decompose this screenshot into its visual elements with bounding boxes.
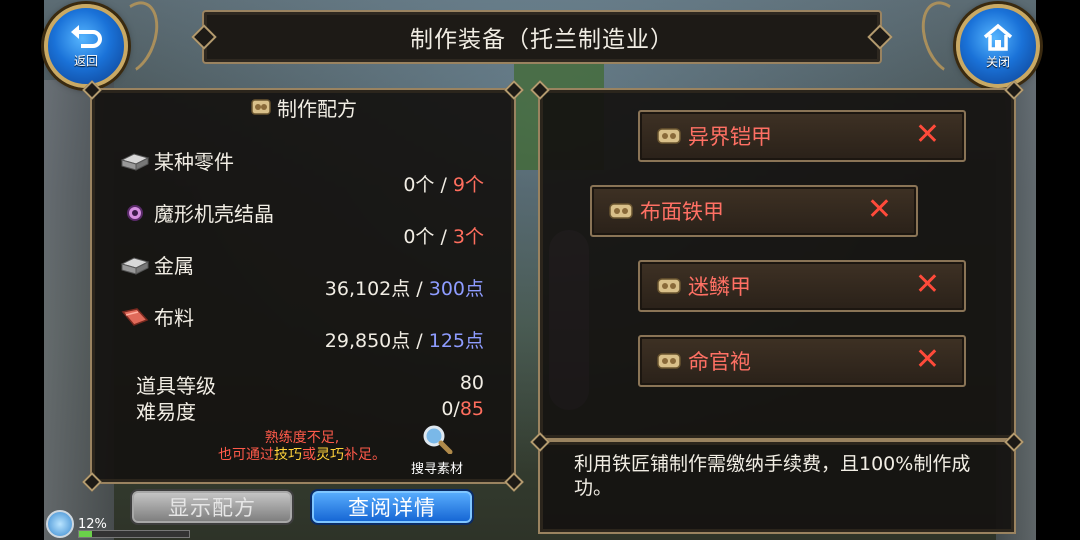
crystal-icon <box>127 204 143 221</box>
material-name: 某种零件 <box>154 150 234 174</box>
difficulty-label: 难易度 <box>136 400 196 424</box>
material-item: 布料 <box>120 302 194 331</box>
material-name: 魔形机壳结晶 <box>154 202 274 226</box>
status-disc-icon <box>46 510 74 538</box>
close-button[interactable]: 关闭 <box>956 4 1040 88</box>
material-quantity: 0个 / 9个 <box>403 174 484 196</box>
item-level-label: 道具等级 <box>136 374 216 398</box>
recipe-scroll-icon <box>657 353 681 369</box>
view-details-button[interactable]: 查阅详情 <box>310 489 474 525</box>
back-label: 返回 <box>73 53 98 68</box>
recipe-scroll-icon <box>657 128 681 144</box>
item-level-value: 80 <box>459 372 484 394</box>
material-name: 金属 <box>154 254 194 278</box>
cloth-icon <box>121 307 149 326</box>
material-item: 魔形机壳结晶 <box>120 198 274 227</box>
back-arrow-icon <box>71 24 102 48</box>
recipe-heading-text: 制作配方 <box>277 96 357 121</box>
close-icon[interactable]: ✕ <box>867 193 892 227</box>
metal-part-icon <box>120 152 150 171</box>
material-quantity: 0个 / 3个 <box>403 226 484 248</box>
search-materials-label: 搜寻素材 <box>410 462 463 477</box>
status-progress-bar <box>78 530 190 538</box>
material-name: 布料 <box>154 306 194 330</box>
close-icon[interactable]: ✕ <box>915 343 940 377</box>
recipe-scroll-icon <box>609 203 633 219</box>
metal-icon <box>120 256 150 275</box>
recipe-scroll-icon <box>251 99 271 115</box>
skill-warning: 熟练度不足, 也可通过技巧或灵巧补足。 <box>218 430 386 463</box>
page-title: 制作装备（托兰制造业） <box>410 27 674 53</box>
equipment-list-panel: 异界铠甲 ✕ 布面铁甲 ✕ 迷鳞甲 ✕ 命官袍 ✕ <box>530 80 1024 440</box>
back-button[interactable]: 返回 <box>44 4 128 88</box>
equipment-item[interactable]: 异界铠甲 ✕ <box>638 110 966 162</box>
material-quantity: 29,850点 / 125点 <box>324 330 484 352</box>
material-quantity: 36,102点 / 300点 <box>324 278 484 300</box>
window-title-bar: 制作装备（托兰制造业） <box>191 10 893 64</box>
equipment-name: 异界铠甲 <box>688 125 772 149</box>
status-progress-fill <box>79 531 93 537</box>
equipment-name: 迷鳞甲 <box>688 275 751 299</box>
material-item: 金属 <box>120 250 194 279</box>
close-label: 关闭 <box>985 54 1010 69</box>
search-materials-button[interactable]: 搜寻素材 <box>400 424 474 477</box>
difficulty-value: 0/85 <box>441 398 484 420</box>
description-text: 利用铁匠铺制作需缴纳手续费，且100%制作成功。 <box>574 453 971 499</box>
equipment-name: 布面铁甲 <box>640 200 724 224</box>
equipment-item[interactable]: 迷鳞甲 ✕ <box>638 260 966 312</box>
equipment-name: 命官袍 <box>688 350 751 374</box>
recipe-panel: 制作配方 某种零件 0个 / 9个 魔形机壳结晶 0个 / 3个 金属 36,1… <box>82 80 524 492</box>
equipment-item[interactable]: 布面铁甲 ✕ <box>590 185 918 237</box>
close-icon[interactable]: ✕ <box>915 268 940 302</box>
recipe-heading: 制作配方 <box>92 90 514 124</box>
recipe-scroll-icon <box>657 278 681 294</box>
home-icon <box>983 23 1013 51</box>
magnifier-icon <box>423 425 453 455</box>
close-icon[interactable]: ✕ <box>915 118 940 152</box>
material-item: 某种零件 <box>120 146 234 175</box>
show-recipe-button[interactable]: 显示配方 <box>130 489 294 525</box>
equipment-item[interactable]: 命官袍 ✕ <box>638 335 966 387</box>
description-panel: 利用铁匠铺制作需缴纳手续费，且100%制作成功。 <box>530 432 1024 534</box>
